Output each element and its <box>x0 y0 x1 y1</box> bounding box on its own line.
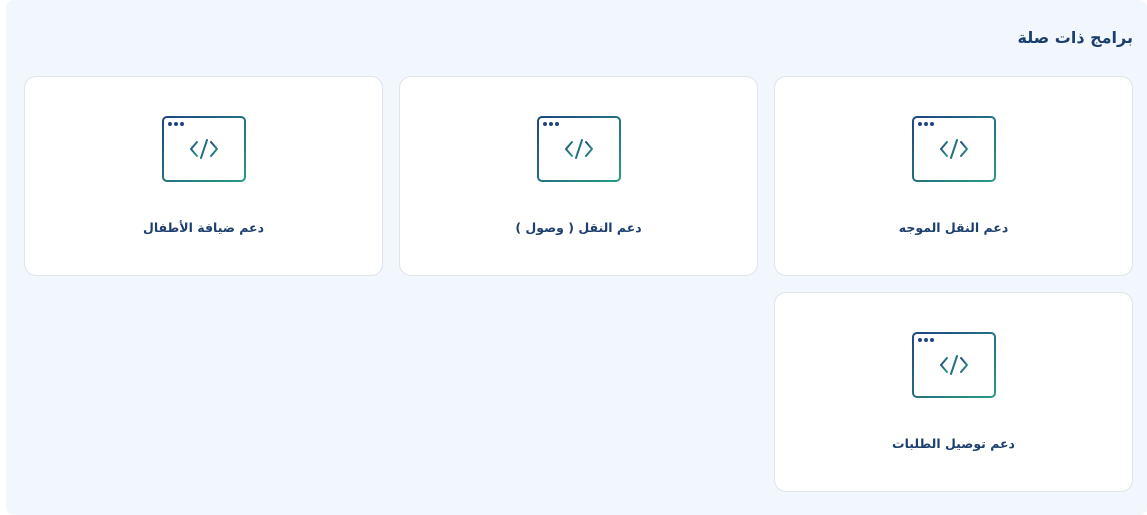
program-card-label: دعم النقل الموجه <box>898 220 1009 235</box>
programs-grid: دعم النقل الموجه دعم النقل ( وصول ) دعم … <box>23 76 1133 492</box>
program-card-label: دعم النقل ( وصول ) <box>515 220 642 235</box>
related-programs-panel: برامج ذات صلة دعم النقل الموجه دعم النقل… <box>6 0 1147 515</box>
program-card-childcare[interactable]: دعم ضيافة الأطفال <box>24 76 383 276</box>
code-window-icon <box>536 116 622 182</box>
section-title: برامج ذات صلة <box>1017 28 1134 47</box>
code-window-icon <box>161 116 247 182</box>
program-card-order-delivery[interactable]: دعم توصيل الطلبات <box>774 292 1133 492</box>
program-card-guided-transport[interactable]: دعم النقل الموجه <box>774 76 1133 276</box>
code-window-icon <box>911 332 997 398</box>
code-window-icon <box>911 116 997 182</box>
program-card-label: دعم توصيل الطلبات <box>892 436 1015 451</box>
program-card-label: دعم ضيافة الأطفال <box>143 220 265 235</box>
program-card-transport-wusool[interactable]: دعم النقل ( وصول ) <box>399 76 758 276</box>
